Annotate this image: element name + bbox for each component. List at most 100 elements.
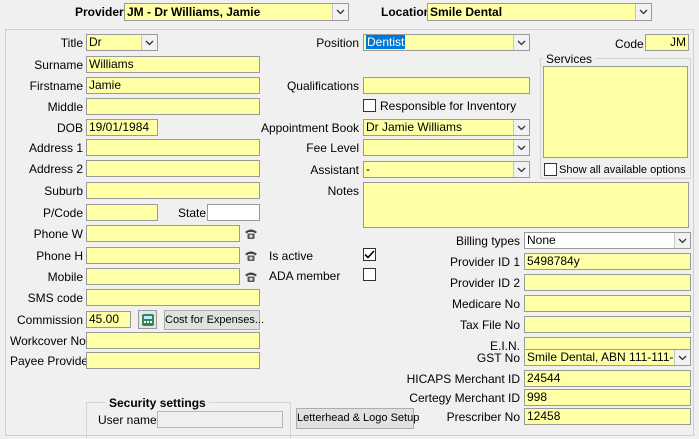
phone-icon[interactable] [242,269,260,285]
tax-file-label: Tax File No [459,318,520,332]
show-all-options-checkbox[interactable] [544,163,557,176]
fee-level-select[interactable] [363,139,530,156]
certegy-field[interactable]: 998 [524,389,691,406]
billing-types-select[interactable]: None [524,232,691,249]
position-label: Position [316,36,359,50]
position-select-value: Dentist [366,35,406,49]
mobile-label: Mobile [47,270,83,284]
code-label: Code [615,37,644,51]
workcover-label: Workcover No [10,334,86,348]
letterhead-logo-setup-button[interactable]: Letterhead & Logo Setup [296,408,419,429]
code-field[interactable]: JM [645,34,689,51]
chevron-down-icon[interactable] [332,4,348,20]
ada-member-checkbox[interactable] [363,268,376,281]
title-select-value: Dr [89,35,102,49]
assistant-select-value: - [366,162,370,176]
location-select[interactable]: Smile Dental [427,3,652,21]
location-label: Location [381,5,431,19]
phoneh-field[interactable] [86,247,240,264]
gst-label: GST No [476,351,520,365]
middle-label: Middle [47,100,83,114]
chevron-down-icon[interactable] [513,140,529,155]
workcover-field[interactable] [86,332,260,349]
provider-id1-field[interactable]: 5498784y [524,253,691,270]
dob-field[interactable]: 19/01/1984 [86,119,158,136]
provider-id1-label: Provider ID 1 [449,255,520,269]
address1-label: Address 1 [28,141,83,155]
phonew-field[interactable] [86,225,240,242]
medicare-label: Medicare No [451,297,520,311]
sms-label: SMS code [27,291,83,305]
provider-id2-label: Provider ID 2 [449,276,520,290]
address2-field[interactable] [86,160,260,177]
appt-book-select[interactable]: Dr Jamie Williams [363,119,530,136]
chevron-down-icon[interactable] [513,35,529,50]
inventory-label: Responsible for Inventory [380,99,517,113]
chevron-down-icon[interactable] [674,233,690,248]
tax-file-field[interactable] [524,316,691,333]
address2-label: Address 2 [28,162,83,176]
surname-field[interactable]: Williams [86,56,260,73]
chevron-down-icon[interactable] [513,120,529,135]
title-select[interactable]: Dr [86,34,158,51]
chevron-down-icon[interactable] [674,350,690,365]
payee-label: Payee Provider [10,354,93,368]
position-select[interactable]: Dentist [363,34,530,51]
medicare-field[interactable] [524,295,691,312]
pcode-field[interactable] [86,204,158,221]
show-all-options-label: Show all available options [559,164,686,176]
assistant-select[interactable]: - [363,161,530,178]
appt-book-label: Appointment Book [260,121,359,135]
address1-field[interactable] [86,139,260,156]
inventory-checkbox[interactable] [363,99,376,112]
chevron-down-icon[interactable] [635,4,651,20]
firstname-label: Firstname [29,79,83,93]
services-title: Services [543,52,596,66]
chevron-down-icon[interactable] [141,35,157,50]
is-active-checkbox[interactable] [363,248,376,261]
notes-field[interactable] [363,182,689,228]
provider-label: Provider [75,5,124,19]
ada-member-label: ADA member [269,269,341,283]
commission-label: Commission [16,313,83,327]
dob-label: DOB [56,121,83,135]
calculator-icon [141,313,154,326]
commission-field[interactable]: 45.00 [86,311,131,328]
state-field[interactable] [207,204,260,221]
gst-select[interactable]: Smile Dental, ABN 111-111-111 [524,349,691,366]
hicaps-label: HICAPS Merchant ID [406,372,520,386]
cost-for-expenses-button[interactable]: Cost for Expenses... [164,310,264,330]
username-label: User name [98,413,157,427]
provider-select[interactable]: JM - Dr Williams, Jamie [124,3,349,21]
hicaps-field[interactable]: 24544 [524,370,691,387]
phonew-label: Phone W [33,227,83,241]
services-list[interactable] [543,66,688,158]
prescriber-field[interactable]: 12458 [524,408,691,425]
pcode-label: P/Code [42,206,83,220]
username-field[interactable] [157,411,283,428]
fee-level-label: Fee Level [306,141,359,155]
payee-field[interactable] [86,352,260,369]
provider-select-value: JM - Dr Williams, Jamie [127,5,261,19]
qualifications-field[interactable] [363,77,530,94]
provider-id2-field[interactable] [524,274,691,291]
calculator-button[interactable] [138,310,157,329]
state-label: State [178,206,207,220]
phone-icon[interactable] [242,226,260,242]
billing-types-select-value: None [527,233,556,247]
sms-field[interactable] [86,289,260,306]
middle-field[interactable] [86,98,260,115]
phoneh-label: Phone H [36,249,83,263]
prescriber-label: Prescriber No [446,410,520,424]
security-settings-title: Security settings [106,396,209,410]
suburb-field[interactable] [86,182,260,199]
mobile-field[interactable] [86,268,240,285]
location-select-value: Smile Dental [430,5,503,19]
firstname-field[interactable]: Jamie [86,77,260,94]
chevron-down-icon[interactable] [513,162,529,177]
suburb-label: Suburb [44,184,83,198]
phone-icon[interactable] [242,248,260,264]
appt-book-select-value: Dr Jamie Williams [366,120,462,134]
notes-label: Notes [327,184,359,198]
certegy-label: Certegy Merchant ID [409,391,520,405]
